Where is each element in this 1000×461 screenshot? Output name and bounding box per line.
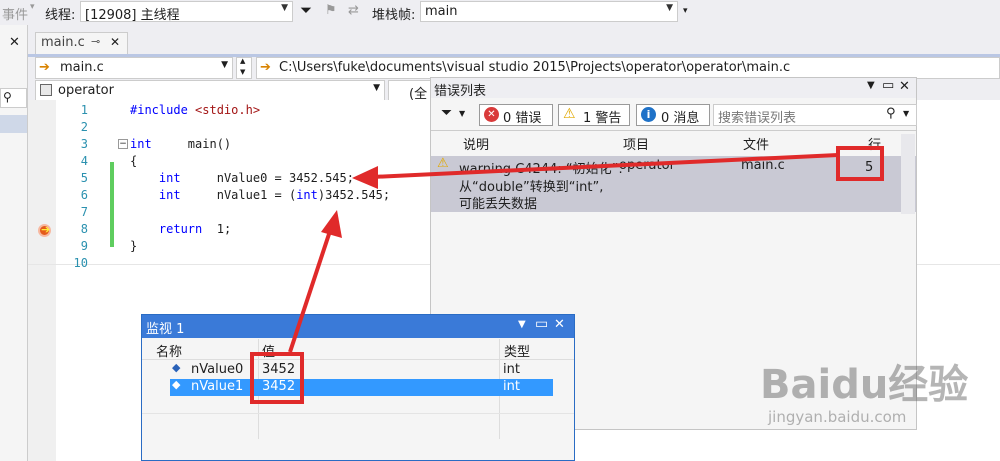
arrow-line-1: [371, 153, 839, 179]
watermark-url: jingyan.baidu.com: [768, 408, 907, 426]
watermark-brand: Baidu经验: [760, 362, 969, 408]
arrowhead-1: [352, 166, 378, 189]
watermark: Baidu经验 jingyan.baidu.com: [760, 350, 995, 440]
arrowhead-2: [321, 210, 342, 238]
arrow-line-2: [288, 227, 333, 353]
